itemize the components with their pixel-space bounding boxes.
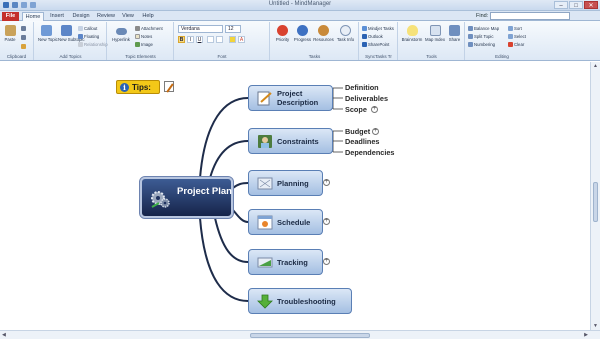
- tips-callout[interactable]: i Tips:: [116, 80, 160, 94]
- subtopic-definition[interactable]: Definition: [345, 83, 379, 92]
- vertical-scrollbar[interactable]: ▲ ▼: [590, 62, 600, 330]
- topic-label: Tracking: [277, 257, 308, 267]
- branch-line-tracking: [214, 217, 249, 263]
- subtopic-scope[interactable]: Scope: [345, 105, 367, 114]
- gears-icon: [151, 191, 170, 208]
- branch-line-project-description: [199, 97, 249, 179]
- down-arrow-icon: [257, 294, 273, 309]
- mindmanager-window: Untitled - MindManager – □ ✕ File Home I…: [0, 0, 600, 339]
- scroll-up-icon[interactable]: ▲: [591, 63, 600, 69]
- topic-label: Planning: [277, 178, 309, 188]
- person-lock-icon: [258, 135, 272, 148]
- topic-schedule[interactable]: Schedule: [248, 209, 323, 235]
- expand-planning-button[interactable]: +: [323, 179, 330, 186]
- topic-label: Constraints: [277, 136, 319, 146]
- topic-label: Troubleshooting: [277, 296, 336, 306]
- topic-planning[interactable]: Planning: [248, 170, 323, 196]
- notes-icon[interactable]: [164, 81, 174, 92]
- vertical-scroll-thumb[interactable]: [593, 182, 598, 222]
- subtopic-deliverables[interactable]: Deliverables: [345, 94, 388, 103]
- topic-troubleshooting[interactable]: Troubleshooting: [248, 288, 352, 314]
- blueprint-icon: [257, 177, 273, 190]
- chart-trend-icon: [257, 257, 273, 268]
- topic-project-description[interactable]: Project Description: [248, 85, 333, 111]
- subtopic-dependencies[interactable]: Dependencies: [345, 148, 394, 157]
- topic-label: Project Description: [277, 89, 319, 107]
- scroll-down-icon[interactable]: ▼: [591, 323, 600, 329]
- branch-line-schedule: [232, 209, 249, 223]
- topic-label: Schedule: [277, 217, 311, 227]
- branch-line-planning: [232, 182, 249, 189]
- topic-constraints[interactable]: Constraints: [248, 128, 333, 154]
- horizontal-scrollbar[interactable]: ◀ ▶: [0, 330, 600, 339]
- branch-line-constraints: [209, 140, 249, 179]
- expand-budget-button[interactable]: +: [372, 128, 379, 135]
- central-topic[interactable]: Project Plan: [139, 176, 234, 219]
- scroll-right-icon[interactable]: ▶: [584, 331, 588, 339]
- tips-label: Tips:: [132, 82, 151, 92]
- subtopic-budget[interactable]: Budget: [345, 127, 370, 136]
- calendar-icon: [257, 215, 273, 230]
- expand-schedule-button[interactable]: +: [323, 218, 330, 225]
- expand-scope-button[interactable]: +: [371, 106, 378, 113]
- info-icon: i: [120, 82, 129, 92]
- document-edit-icon: [257, 91, 272, 106]
- subtopic-deadlines[interactable]: Deadlines: [345, 137, 379, 146]
- scroll-left-icon[interactable]: ◀: [2, 331, 6, 339]
- topic-tracking[interactable]: Tracking: [248, 249, 323, 275]
- central-topic-label: Project Plan: [177, 186, 232, 197]
- branch-line-troubleshooting: [199, 217, 249, 302]
- horizontal-scroll-thumb[interactable]: [250, 333, 370, 338]
- expand-tracking-button[interactable]: +: [323, 258, 330, 265]
